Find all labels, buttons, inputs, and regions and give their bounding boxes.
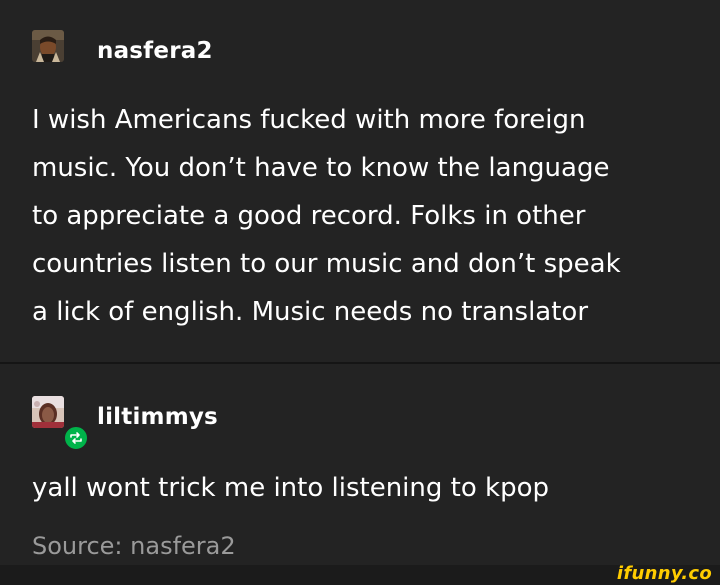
reblog-icon <box>63 425 89 451</box>
reblog-arrows-icon <box>70 432 82 444</box>
avatar-nasfera2[interactable] <box>32 30 64 62</box>
reblog-post: liltimmys yall wont trick me into listen… <box>0 364 720 565</box>
post-body-line: I wish Americans fucked with more foreig… <box>32 105 586 135</box>
source-link[interactable]: Source: nasfera2 <box>32 532 236 560</box>
ifunny-watermark: ifunny.co <box>616 563 712 584</box>
post-body: I wish Americans fucked with more foreig… <box>32 96 621 336</box>
avatar-liltimmys[interactable] <box>32 396 64 428</box>
original-post: nasfera2 I wish Americans fucked with mo… <box>0 0 720 362</box>
post-body-line: music. You don’t have to know the langua… <box>32 153 610 183</box>
username[interactable]: nasfera2 <box>97 38 213 64</box>
post-body-line: countries listen to our music and don’t … <box>32 249 621 279</box>
username[interactable]: liltimmys <box>97 404 218 430</box>
avatar-image <box>32 396 64 428</box>
watermark-bar: ifunny.co <box>0 563 720 585</box>
reblog-body: yall wont trick me into listening to kpo… <box>32 473 549 503</box>
post-body-line: to appreciate a good record. Folks in ot… <box>32 201 586 231</box>
post-body-line: a lick of english. Music needs no transl… <box>32 297 589 327</box>
avatar-image <box>32 30 64 62</box>
